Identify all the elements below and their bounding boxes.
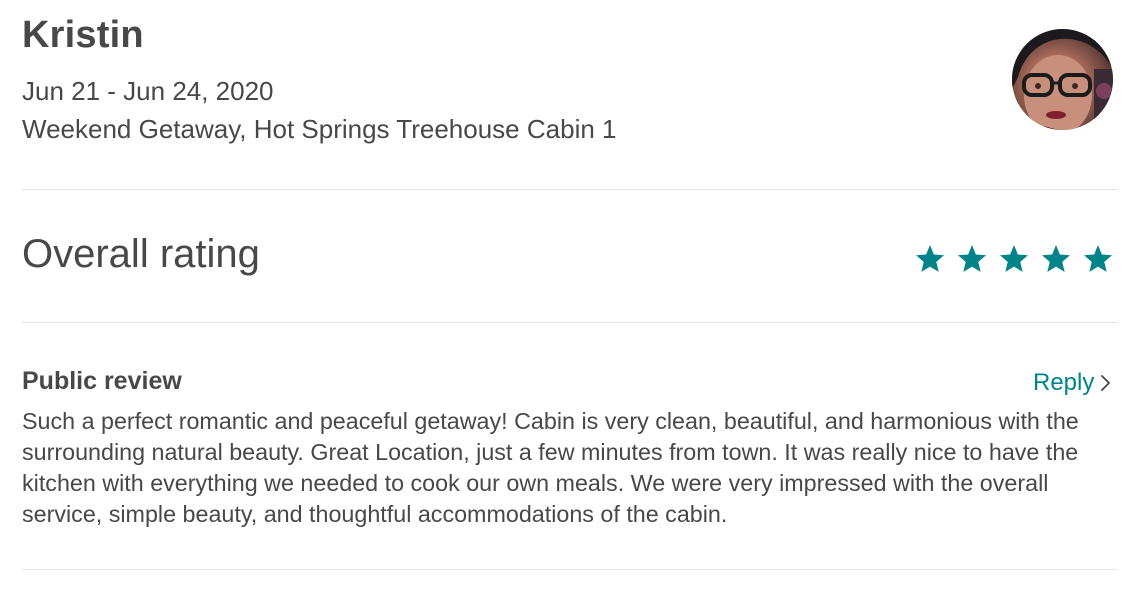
star-icon (1000, 245, 1028, 272)
guest-name: Kristin (22, 14, 144, 56)
review-text: Such a perfect romantic and peaceful get… (22, 408, 1079, 527)
guest-avatar-photo (1012, 29, 1113, 130)
public-review-title: Public review (22, 367, 182, 395)
divider (22, 189, 1118, 190)
reply-label: Reply (1033, 369, 1095, 396)
divider (22, 322, 1118, 323)
listing-name: Weekend Getaway, Hot Springs Treehouse C… (22, 114, 617, 144)
chevron-right-icon (1101, 375, 1111, 391)
star-icon (958, 245, 986, 272)
divider (22, 569, 1118, 570)
star-icon (1084, 245, 1112, 272)
overall-rating-label: Overall rating (22, 232, 260, 276)
star-icon (1042, 245, 1070, 272)
avatar[interactable] (1012, 29, 1113, 130)
reply-link[interactable]: Reply (1033, 369, 1112, 397)
stay-dates: Jun 21 - Jun 24, 2020 (22, 76, 274, 106)
star-icon (916, 245, 944, 272)
star-rating (914, 243, 1114, 275)
